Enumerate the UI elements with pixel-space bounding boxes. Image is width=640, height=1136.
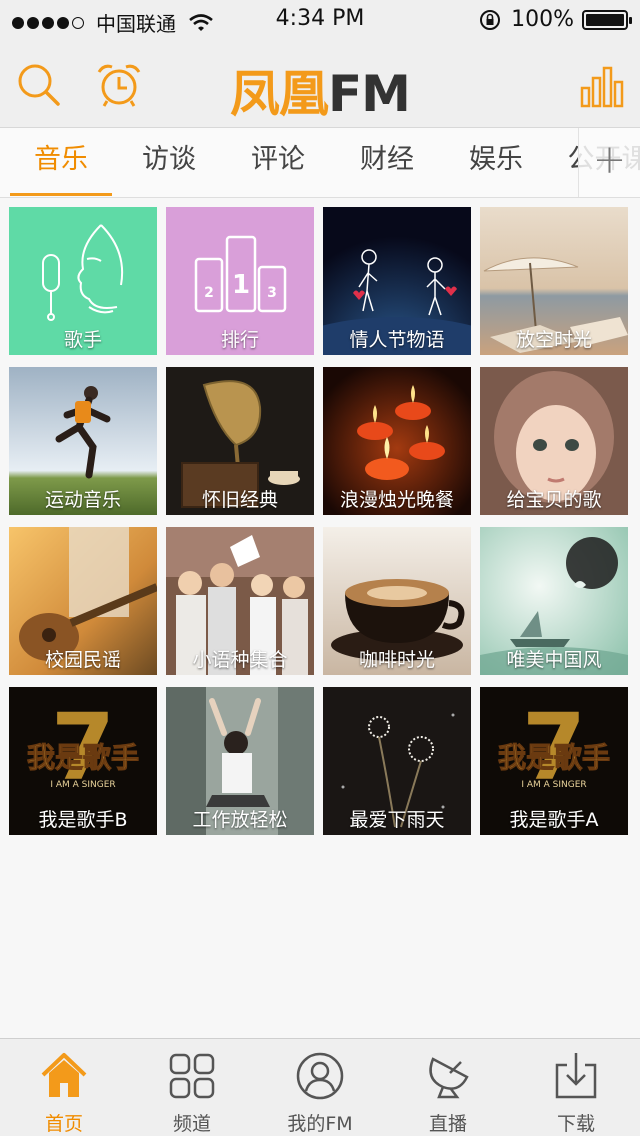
tile-chinese-style[interactable]: 唯美中国风 xyxy=(480,527,628,675)
tile-retro[interactable]: 怀旧经典 xyxy=(166,367,314,515)
bottom-tab-label: 直播 xyxy=(428,1113,467,1135)
user-icon xyxy=(296,1052,344,1100)
tile-label: 工作放轻松 xyxy=(192,809,288,831)
app-header: 凤凰FM xyxy=(0,40,640,128)
rank-number-3: 3 xyxy=(267,285,277,301)
bottom-tab-bar: 首页 频道 我的FM 直播 下载 xyxy=(0,1038,640,1136)
tile-campus-folk[interactable]: 校园民谣 xyxy=(9,527,157,675)
tile-baby[interactable]: 给宝贝的歌 xyxy=(480,367,628,515)
logo-text-cn: 凤凰 xyxy=(230,65,329,123)
tile-sport[interactable]: 运动音乐 xyxy=(9,367,157,515)
singer-poster-subtitle: I AM A SINGER xyxy=(50,780,115,790)
bottom-tab-label: 我的FM xyxy=(287,1113,353,1135)
tile-label: 我是歌手A xyxy=(509,809,599,831)
rank-number-2: 2 xyxy=(204,285,214,301)
satellite-dish-icon xyxy=(429,1057,469,1099)
tile-relax[interactable]: 放空时光 xyxy=(480,207,628,355)
tab-music[interactable]: 音乐 xyxy=(6,128,116,197)
bottom-tab-my-fm[interactable]: 我的FM xyxy=(256,1039,384,1136)
tab-commentary[interactable]: 评论 xyxy=(223,128,333,197)
rank-number-1: 1 xyxy=(232,270,250,300)
singer-poster-title: 我是歌手 xyxy=(498,741,610,774)
bottom-tab-channels[interactable]: 频道 xyxy=(128,1039,256,1136)
tile-coffee[interactable]: 咖啡时光 xyxy=(323,527,471,675)
tile-label: 排行 xyxy=(220,329,259,351)
tile-rainy-day[interactable]: 最爱下雨天 xyxy=(323,687,471,835)
rotation-lock-icon xyxy=(480,9,501,30)
tile-i-am-singer-a[interactable]: 7 我是歌手 I AM A SINGER 我是歌手A xyxy=(480,687,628,835)
tile-label: 唯美中国风 xyxy=(506,649,602,671)
bottom-tab-label: 首页 xyxy=(44,1113,83,1135)
bottom-tab-live[interactable]: 直播 xyxy=(384,1039,512,1136)
tile-label: 歌手 xyxy=(63,329,102,351)
tab-entertainment[interactable]: 娱乐 xyxy=(441,128,551,197)
tabs-more-button[interactable]: + xyxy=(578,128,640,197)
tile-ranking[interactable]: 2 1 3 排行 xyxy=(166,207,314,355)
tile-i-am-singer-b[interactable]: 7 我是歌手 I AM A SINGER 我是歌手B xyxy=(9,687,157,835)
download-icon xyxy=(555,1053,597,1099)
tile-label: 放空时光 xyxy=(515,329,592,351)
tile-work-relax[interactable]: 工作放轻松 xyxy=(166,687,314,835)
tile-label: 最爱下雨天 xyxy=(349,809,445,831)
bottom-tab-home[interactable]: 首页 xyxy=(0,1039,128,1136)
bar-chart-icon[interactable] xyxy=(578,64,628,114)
bottom-tab-label: 频道 xyxy=(172,1113,211,1135)
tile-label: 我是歌手B xyxy=(38,809,128,831)
tile-label: 给宝贝的歌 xyxy=(506,489,602,511)
tab-finance[interactable]: 财经 xyxy=(332,128,442,197)
tile-label: 校园民谣 xyxy=(44,649,121,671)
tile-label: 情人节物语 xyxy=(349,329,445,351)
singer-poster-title: 我是歌手 xyxy=(27,741,139,774)
status-bar: 中国联通 4:34 PM 100% xyxy=(0,0,640,40)
tile-label: 运动音乐 xyxy=(44,489,121,511)
channel-grid: 歌手 2 1 3 排行 情人节物语 放空时光 运动音乐 怀旧经典 浪漫烛光晚餐 … xyxy=(9,207,631,835)
battery-icon xyxy=(582,9,632,30)
tile-label: 小语种集合 xyxy=(192,649,288,671)
tile-label: 浪漫烛光晚餐 xyxy=(339,489,454,511)
bottom-tab-download[interactable]: 下载 xyxy=(512,1039,640,1136)
tile-valentine[interactable]: 情人节物语 xyxy=(323,207,471,355)
tile-languages[interactable]: 小语种集合 xyxy=(166,527,314,675)
status-right: 100% xyxy=(479,7,632,32)
grid-icon xyxy=(169,1053,215,1099)
logo-text-fm: FM xyxy=(328,65,411,123)
tab-interview[interactable]: 访谈 xyxy=(114,128,224,197)
home-icon xyxy=(41,1053,87,1097)
tile-singer[interactable]: 歌手 xyxy=(9,207,157,355)
singer-poster-subtitle: I AM A SINGER xyxy=(521,780,586,790)
tile-candlelight[interactable]: 浪漫烛光晚餐 xyxy=(323,367,471,515)
battery-percent: 100% xyxy=(511,7,574,32)
app-logo: 凤凰FM xyxy=(0,54,640,126)
category-tabs: 音乐 访谈 评论 财经 娱乐 公开课 + xyxy=(0,128,640,198)
tile-label: 咖啡时光 xyxy=(358,649,435,671)
bottom-tab-label: 下载 xyxy=(556,1113,595,1135)
tile-label: 怀旧经典 xyxy=(201,489,278,511)
